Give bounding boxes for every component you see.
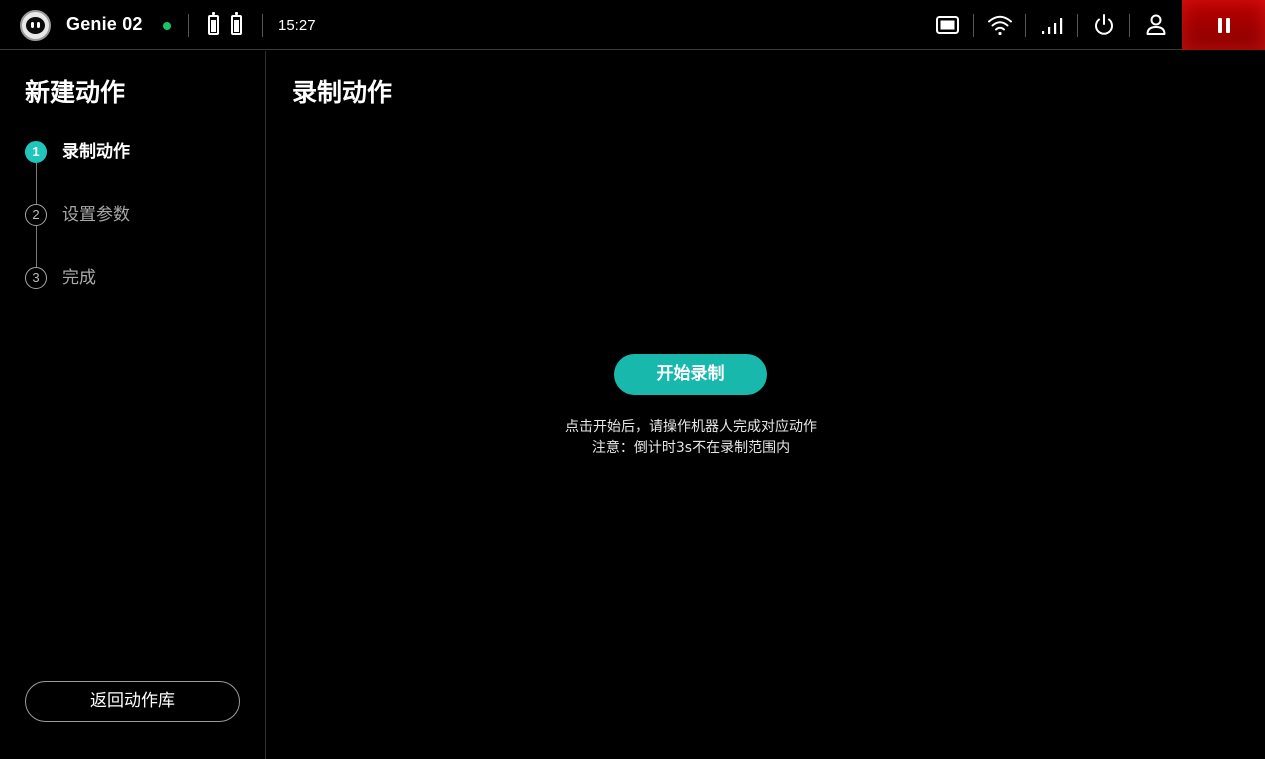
battery-icon	[208, 12, 219, 35]
start-recording-button[interactable]: 开始录制	[614, 354, 767, 395]
divider	[1077, 14, 1078, 37]
pause-icon	[1218, 18, 1222, 33]
step-label: 设置参数	[62, 205, 130, 225]
step-connector	[36, 226, 37, 267]
page-title: 录制动作	[292, 78, 393, 107]
pause-icon-bar	[1226, 18, 1230, 33]
power-icon[interactable]	[1091, 12, 1117, 38]
user-icon[interactable]	[1143, 12, 1169, 38]
robot-face-icon[interactable]	[20, 10, 51, 41]
step-label: 录制动作	[62, 142, 130, 162]
clock: 15:27	[278, 17, 316, 34]
step-number: 2	[25, 204, 47, 226]
wifi-icon[interactable]	[987, 12, 1013, 38]
countdown-note: 注意：倒计时3s不在录制范围内	[591, 440, 791, 456]
step-connector	[36, 163, 37, 204]
divider	[262, 14, 263, 37]
battery-icon	[231, 12, 242, 35]
sidebar: 新建动作 1 录制动作 2 设置参数 3 完成 返回动作库	[0, 51, 266, 759]
screen-icon[interactable]	[935, 12, 961, 38]
sidebar-title: 新建动作	[25, 78, 126, 107]
divider	[1025, 14, 1026, 37]
instruction-text: 点击开始后，请操作机器人完成对应动作	[565, 419, 817, 435]
status-bar: Genie 02 15:27	[0, 0, 1265, 50]
pause-button[interactable]	[1182, 0, 1265, 50]
back-to-library-button[interactable]: 返回动作库	[25, 681, 240, 722]
step-number: 3	[25, 267, 47, 289]
robot-name: Genie 02	[66, 14, 143, 34]
cellular-signal-icon[interactable]	[1039, 12, 1065, 38]
divider	[188, 14, 189, 37]
divider	[1129, 14, 1130, 37]
step-number: 1	[25, 141, 47, 163]
online-status-dot	[163, 22, 171, 30]
step-label: 完成	[62, 268, 96, 288]
divider	[973, 14, 974, 37]
